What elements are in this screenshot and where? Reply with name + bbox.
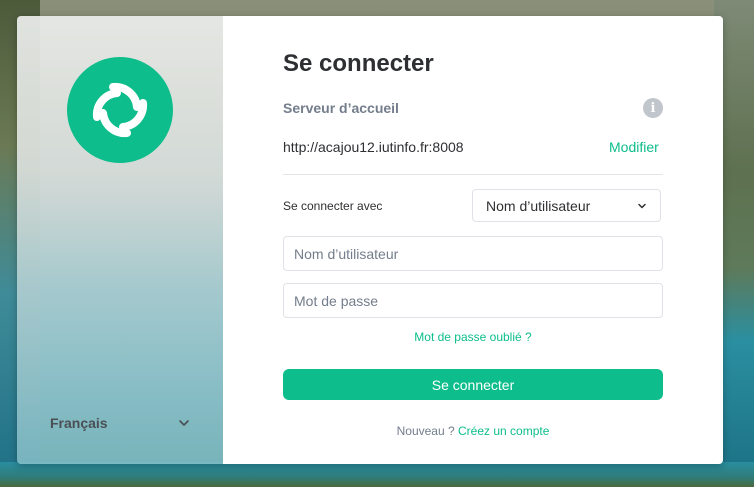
info-icon[interactable]: i <box>643 98 663 118</box>
auth-form-panel: Se connecter Serveur d’accueil i http://… <box>223 16 723 464</box>
login-method-value: Nom d’utilisateur <box>486 197 591 214</box>
sign-in-button[interactable]: Se connecter <box>283 369 663 400</box>
element-logo-glyph-icon <box>92 82 148 138</box>
new-user-prefix: Nouveau ? <box>396 424 455 438</box>
chevron-down-icon <box>179 420 189 426</box>
homeserver-url: http://acajou12.iutinfo.fr:8008 <box>283 139 464 155</box>
auth-card: Français Se connecter Serveur d’accueil … <box>17 16 723 464</box>
create-account-row: Nouveau ? Créez un compte <box>283 424 663 438</box>
language-label: Français <box>50 415 108 431</box>
auth-sidebar: Français <box>17 16 223 464</box>
login-with-label: Se connecter avec <box>283 199 383 213</box>
page-title: Se connecter <box>283 50 434 77</box>
chevron-down-icon <box>638 203 646 208</box>
password-input[interactable] <box>283 283 663 318</box>
language-dropdown[interactable]: Français <box>50 412 190 434</box>
background-landscape-bottom <box>0 462 754 487</box>
forgot-password-link[interactable]: Mot de passe oublié ? <box>283 330 663 344</box>
create-account-link[interactable]: Créez un compte <box>458 424 549 438</box>
element-logo-icon <box>67 57 173 163</box>
login-method-select[interactable]: Nom d’utilisateur <box>472 189 661 222</box>
divider <box>283 174 663 175</box>
homeserver-label: Serveur d’accueil <box>283 100 399 116</box>
edit-homeserver-link[interactable]: Modifier <box>609 139 659 155</box>
username-input[interactable] <box>283 236 663 271</box>
